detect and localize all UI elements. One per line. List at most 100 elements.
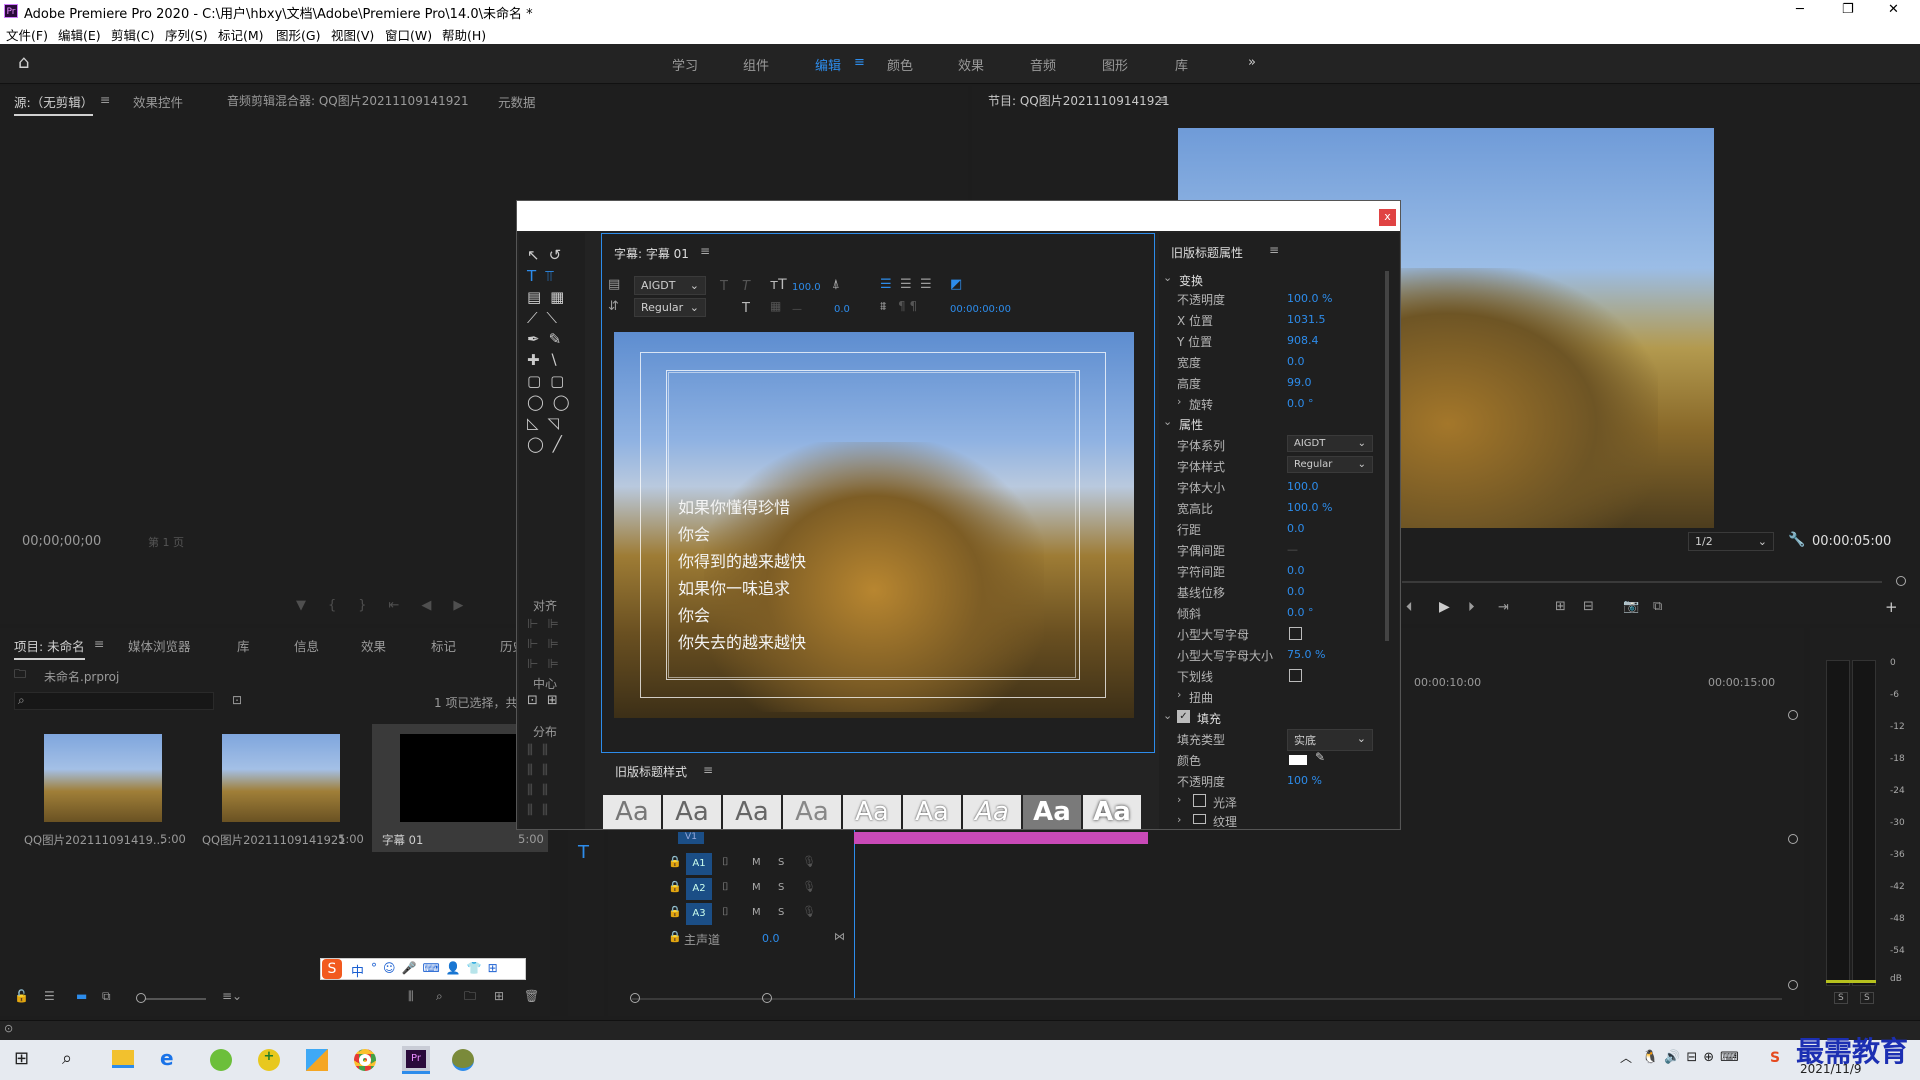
align-left-icon[interactable]: ☰ xyxy=(880,278,892,291)
roll-crawl-icon[interactable]: ⇵ xyxy=(608,300,619,313)
tab-metadata[interactable]: 元数据 xyxy=(498,92,536,111)
style-swatch[interactable]: Aa xyxy=(903,795,961,829)
app-icon-green[interactable] xyxy=(210,1049,232,1071)
program-timecode[interactable]: 00:00:05:00 xyxy=(1812,534,1891,549)
windows-start-icon[interactable]: ⊞ xyxy=(14,1050,29,1068)
menu-window[interactable]: 窗口(W) xyxy=(385,25,432,44)
a2-mic-icon[interactable]: 🎙 xyxy=(802,881,816,892)
distort-chevron-icon[interactable]: › xyxy=(1177,688,1181,701)
workspace-audio[interactable]: 音频 xyxy=(1030,55,1056,74)
a1-sync-icon[interactable]: ⌷ xyxy=(722,856,729,867)
track-lock-icon[interactable]: 🔒 xyxy=(668,881,682,892)
style-swatch[interactable]: Aa xyxy=(723,795,781,829)
sort-icon[interactable]: ≡⌄ xyxy=(222,990,242,1002)
ime-tools-icons[interactable]: °☺🎤⌨👤👕⊞ xyxy=(371,961,504,975)
extract-icon[interactable]: ⊟ xyxy=(1583,600,1594,613)
prop-font-style-select[interactable]: Regular ⌄ xyxy=(1287,456,1373,473)
tab-effects[interactable]: 效果 xyxy=(361,636,386,655)
ime-toolbar[interactable]: S 中 °☺🎤⌨👤👕⊞ xyxy=(320,958,526,980)
tab-project[interactable]: 项目: 未命名 xyxy=(14,636,85,660)
camera-icon[interactable]: 📷 xyxy=(1623,600,1639,613)
program-playhead-handle[interactable] xyxy=(1896,576,1906,586)
tab-media-browser[interactable]: 媒体浏览器 xyxy=(128,636,191,655)
prop-font-family-select[interactable]: AIGDT ⌄ xyxy=(1287,435,1373,452)
eyedropper-icon[interactable]: ✎ xyxy=(1315,751,1325,763)
vertical-zoom-handle-bottom[interactable] xyxy=(1788,980,1798,990)
a1-target[interactable]: A1 xyxy=(686,853,712,875)
tab-source-menu-icon[interactable]: ≡ xyxy=(100,92,110,107)
menu-sequence[interactable]: 序列(S) xyxy=(165,25,208,44)
tab-project-menu-icon[interactable]: ≡ xyxy=(94,636,104,651)
texture-chevron-icon[interactable]: › xyxy=(1177,813,1181,826)
project-item-thumb-1[interactable] xyxy=(222,734,340,822)
new-bin-from-search-icon[interactable]: ⊡ xyxy=(232,694,242,706)
style-swatch[interactable]: Aa xyxy=(1023,795,1081,829)
menu-graphics[interactable]: 图形(G) xyxy=(276,25,320,44)
vertical-zoom-handle-top[interactable] xyxy=(1788,710,1798,720)
workspace-learn[interactable]: 学习 xyxy=(672,55,698,74)
prop-value[interactable]: 100.0 xyxy=(1287,480,1319,493)
background-timecode[interactable]: 00:00:00:00 xyxy=(950,304,1011,315)
meter-solo-right[interactable]: S xyxy=(1860,992,1874,1004)
underline-icon[interactable]: T xyxy=(742,302,750,315)
font-style-select[interactable]: Regular ⌄ xyxy=(634,298,706,317)
workspace-menu-icon[interactable]: ≡ xyxy=(854,55,865,70)
font-family-select[interactable]: AIGDT ⌄ xyxy=(634,276,706,295)
menu-clip[interactable]: 剪辑(C) xyxy=(111,25,154,44)
source-timecode[interactable]: 00;00;00;00 xyxy=(22,534,101,549)
prop-label[interactable]: 扭曲 xyxy=(1189,689,1213,706)
menu-edit[interactable]: 编辑(E) xyxy=(58,25,101,44)
a3-solo[interactable]: S xyxy=(778,907,784,918)
tab-source[interactable]: 源:（无剪辑） xyxy=(14,92,94,116)
bold-icon[interactable]: T xyxy=(720,280,728,293)
icon-view-icon[interactable]: ▬ xyxy=(76,990,87,1002)
small-caps-checkbox[interactable] xyxy=(1289,627,1302,640)
automate-to-sequence-icon[interactable]: ⫼ xyxy=(408,990,414,1002)
menu-help[interactable]: 帮助(H) xyxy=(442,25,486,44)
chrome-icon[interactable] xyxy=(354,1049,376,1071)
style-swatch[interactable]: Aa xyxy=(843,795,901,829)
prop-value[interactable]: 0.0 xyxy=(1287,355,1305,368)
texture-checkbox[interactable] xyxy=(1193,814,1206,824)
app-icon-plus[interactable]: + xyxy=(258,1049,280,1071)
title-canvas[interactable]: 如果你懂得珍惜 你会 你得到的越来越快 如果你一味追求 你会 你失去的越来越快 xyxy=(614,332,1134,718)
thumbnail-zoom-slider[interactable] xyxy=(140,998,206,1000)
vertical-zoom-handle-mid[interactable] xyxy=(1788,834,1798,844)
tab-program-menu-icon[interactable]: ≡ xyxy=(1158,92,1168,107)
app-icon-disc[interactable] xyxy=(452,1049,474,1071)
wrench-icon[interactable]: 🔧 xyxy=(1788,533,1805,547)
a3-target[interactable]: A3 xyxy=(686,903,712,925)
attrs-chevron-icon[interactable]: ⌄ xyxy=(1163,415,1172,428)
fill-type-select[interactable]: 实底 ⌄ xyxy=(1287,729,1373,751)
program-scrub-bar[interactable] xyxy=(1402,581,1882,583)
tab-stops-icon[interactable]: ⩩ xyxy=(880,300,886,312)
align-icons[interactable]: ⊩⊫ ⊩⊫ ⊩⊫ xyxy=(527,615,577,675)
lift-icon[interactable]: ⊞ xyxy=(1555,600,1566,613)
search-taskbar-icon[interactable]: ⌕ xyxy=(62,1050,72,1068)
prop-value[interactable]: 0.0 xyxy=(1287,585,1305,598)
source-page-select[interactable]: 第 1 页 xyxy=(148,534,184,550)
workspace-assembly[interactable]: 组件 xyxy=(743,55,769,74)
maximize-button[interactable]: ❐ xyxy=(1842,2,1854,17)
timeline-scroll-start[interactable] xyxy=(630,993,640,1003)
timeline-scroll-end[interactable] xyxy=(762,993,772,1003)
workspace-editing[interactable]: 编辑 xyxy=(815,55,841,74)
workspace-color[interactable]: 颜色 xyxy=(887,55,913,74)
file-explorer-icon[interactable] xyxy=(112,1050,134,1068)
v1-track-target[interactable]: V1 xyxy=(678,832,704,844)
a1-mute[interactable]: M xyxy=(752,857,761,868)
list-view-icon[interactable]: ☰ xyxy=(44,990,55,1002)
font-size-value[interactable]: 100.0 xyxy=(792,282,821,293)
program-zoom-select[interactable]: 1/2 ⌄ xyxy=(1688,532,1774,551)
track-lock-icon[interactable]: 🔒 xyxy=(668,906,682,917)
style-swatch[interactable]: Aa xyxy=(663,795,721,829)
v1-title-clip[interactable] xyxy=(854,832,1148,844)
new-title-icon[interactable]: ▤ xyxy=(608,278,620,291)
prop-value[interactable]: 1031.5 xyxy=(1287,313,1326,326)
track-lock-icon[interactable]: 🔒 xyxy=(668,856,682,867)
tab-program[interactable]: 节目: QQ图片20211109141921 xyxy=(988,92,1170,109)
a2-target[interactable]: A2 xyxy=(686,878,712,900)
workspace-graphics[interactable]: 图形 xyxy=(1102,55,1128,74)
prop-value[interactable]: 908.4 xyxy=(1287,334,1319,347)
show-background-video-icon[interactable]: ◩ xyxy=(950,278,962,291)
